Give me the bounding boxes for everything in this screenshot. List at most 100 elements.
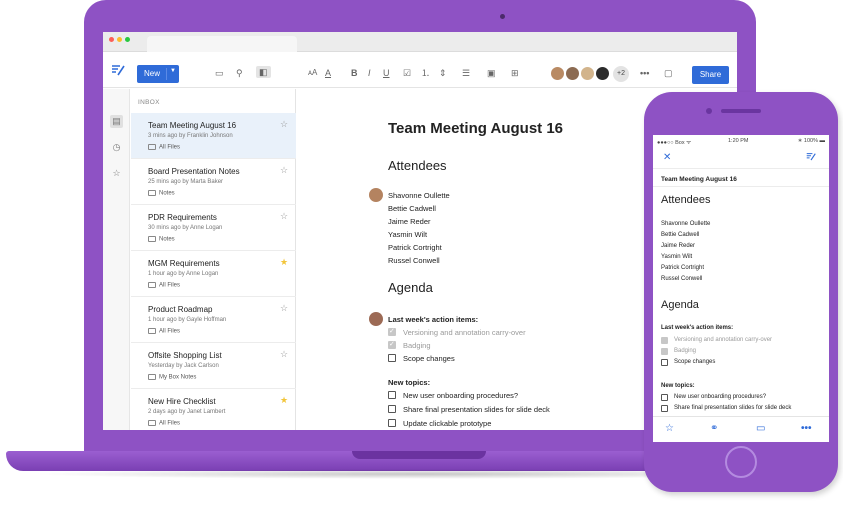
checkbox[interactable] xyxy=(661,394,668,401)
box-notes-logo-icon[interactable] xyxy=(111,64,125,76)
comment-icon[interactable]: ▭ xyxy=(756,423,765,434)
phone-home-button[interactable] xyxy=(725,446,757,478)
checklist-item-text[interactable]: Badging xyxy=(403,341,431,350)
more-collaborators-badge[interactable]: +2 xyxy=(613,66,629,82)
attendee-name[interactable]: Patrick Cortright xyxy=(388,243,442,252)
sidebar-toggle-icon[interactable]: ◧ xyxy=(256,66,271,78)
favorites-star-icon[interactable]: ☆ xyxy=(110,167,123,180)
checklist-item-text[interactable]: Update clickable prototype xyxy=(403,419,491,428)
new-topics-label[interactable]: New topics: xyxy=(388,378,430,387)
folder-icon[interactable]: ▭ xyxy=(215,68,224,78)
attendee-name[interactable]: Jaime Reder xyxy=(388,217,431,226)
document-title[interactable]: Team Meeting August 16 xyxy=(388,120,563,137)
chevron-down-icon[interactable]: ▼ xyxy=(170,68,176,74)
bullet-list-icon[interactable]: ☰ xyxy=(462,68,470,78)
collaborator-avatar[interactable] xyxy=(550,66,565,81)
attendee-name[interactable]: Shavonne Oullette xyxy=(388,191,450,200)
list-item[interactable]: Product Roadmap 1 hour ago by Gayle Hoff… xyxy=(131,297,296,343)
notes-list-icon[interactable]: ▤ xyxy=(110,115,123,128)
checkbox-checked[interactable] xyxy=(661,348,668,355)
close-window-dot[interactable] xyxy=(109,37,114,42)
attendee-name[interactable]: Shavonne Oullette xyxy=(661,221,710,227)
star-icon[interactable]: ☆ xyxy=(280,119,288,130)
item-meta: 1 hour ago by Anne Logan xyxy=(148,271,219,277)
attendee-name[interactable]: Yasmin Wilt xyxy=(661,254,692,260)
italic-icon[interactable]: I xyxy=(368,68,371,78)
checklist-item-text[interactable]: Share final presentation slides for slid… xyxy=(403,405,550,414)
list-item[interactable]: New Hire Checklist 2 days ago by Janet L… xyxy=(131,389,296,430)
checklist-item-text[interactable]: Scope changes xyxy=(403,354,455,363)
checkbox[interactable] xyxy=(388,405,396,413)
star-icon[interactable]: ☆ xyxy=(665,423,674,434)
attendee-name[interactable]: Jaime Reder xyxy=(661,243,695,249)
underline-icon[interactable]: U xyxy=(383,68,390,78)
image-icon[interactable]: ▣ xyxy=(487,68,496,78)
search-icon[interactable]: ⚲ xyxy=(236,68,243,78)
share-button[interactable]: Share xyxy=(692,66,729,84)
item-meta: 30 mins ago by Anne Logan xyxy=(148,225,223,231)
checklist-item-text[interactable]: New user onboarding procedures? xyxy=(674,394,766,400)
maximize-window-dot[interactable] xyxy=(125,37,130,42)
star-icon[interactable]: ☆ xyxy=(280,211,288,222)
comment-icon[interactable]: ▢ xyxy=(664,68,673,78)
checkbox-checked[interactable] xyxy=(388,327,396,336)
checklist-item-text[interactable]: Versioning and annotation carry-over xyxy=(674,337,772,343)
link-icon[interactable]: ⚭ xyxy=(710,423,718,434)
checkbox-checked[interactable] xyxy=(661,337,668,344)
attendee-name[interactable]: Bettie Cadwell xyxy=(661,232,699,238)
more-icon[interactable]: ••• xyxy=(801,423,812,434)
numbered-list-icon[interactable]: ⒈ xyxy=(421,68,430,78)
new-button[interactable]: New ▼ xyxy=(137,65,179,83)
text-color-icon[interactable]: A xyxy=(325,68,331,78)
last-week-label[interactable]: Last week's action items: xyxy=(661,325,733,331)
font-size-icon[interactable]: ᴀA xyxy=(308,68,317,78)
checklist-item-text[interactable]: Share final presentation slides for slid… xyxy=(674,405,791,411)
checklist-item-text[interactable]: New user onboarding procedures? xyxy=(403,391,518,400)
checkbox[interactable] xyxy=(661,405,668,412)
checkbox[interactable] xyxy=(388,391,396,399)
new-topics-label[interactable]: New topics: xyxy=(661,383,695,389)
attendee-name[interactable]: Russel Conwell xyxy=(388,256,440,265)
phone-attendees-heading[interactable]: Attendees xyxy=(661,194,711,206)
star-filled-icon[interactable]: ★ xyxy=(280,395,288,406)
edit-icon[interactable] xyxy=(806,152,816,161)
agenda-heading[interactable]: Agenda xyxy=(388,280,433,295)
star-icon[interactable]: ☆ xyxy=(280,303,288,314)
list-item[interactable]: PDR Requirements 30 mins ago by Anne Log… xyxy=(131,205,296,251)
checkbox[interactable] xyxy=(388,354,396,362)
recent-clock-icon[interactable]: ◷ xyxy=(110,141,123,154)
checklist-icon[interactable]: ☑ xyxy=(403,68,411,78)
item-meta: 25 mins ago by Marta Baker xyxy=(148,179,224,185)
checkbox[interactable] xyxy=(661,359,668,366)
browser-tab[interactable] xyxy=(147,36,297,52)
checkbox[interactable] xyxy=(388,419,396,427)
minimize-window-dot[interactable] xyxy=(117,37,122,42)
collaborator-avatar[interactable] xyxy=(595,66,610,81)
checklist-item-text[interactable]: Badging xyxy=(674,348,696,354)
more-icon[interactable]: ••• xyxy=(640,68,649,78)
attendee-name[interactable]: Patrick Cortright xyxy=(661,265,704,271)
star-icon[interactable]: ☆ xyxy=(280,349,288,360)
attendee-name[interactable]: Bettie Cadwell xyxy=(388,204,436,213)
last-week-label[interactable]: Last week's action items: xyxy=(388,315,478,324)
list-item[interactable]: MGM Requirements 1 hour ago by Anne Loga… xyxy=(131,251,296,297)
star-icon[interactable]: ☆ xyxy=(280,165,288,176)
attendee-name[interactable]: Russel Conwell xyxy=(661,276,702,282)
bold-icon[interactable]: B xyxy=(351,68,358,78)
table-icon[interactable]: ⊞ xyxy=(511,68,519,78)
line-spacing-icon[interactable]: ⇕ xyxy=(439,68,447,78)
checkbox-checked[interactable] xyxy=(388,340,396,349)
attendees-heading[interactable]: Attendees xyxy=(388,158,447,173)
list-item[interactable]: Team Meeting August 16 3 mins ago by Fra… xyxy=(131,113,296,159)
attendee-name[interactable]: Yasmin Wilt xyxy=(388,230,427,239)
phone-agenda-heading[interactable]: Agenda xyxy=(661,299,699,311)
list-item[interactable]: Offsite Shopping List Yesterday by Jack … xyxy=(131,343,296,389)
checklist-item-text[interactable]: Scope changes xyxy=(674,359,715,365)
collaborator-avatar[interactable] xyxy=(580,66,595,81)
close-icon[interactable]: ✕ xyxy=(663,152,671,163)
checklist-item-text[interactable]: Versioning and annotation carry-over xyxy=(403,328,526,337)
collaborator-avatar[interactable] xyxy=(565,66,580,81)
list-item[interactable]: Board Presentation Notes 25 mins ago by … xyxy=(131,159,296,205)
star-filled-icon[interactable]: ★ xyxy=(280,257,288,268)
collaborator-cursor-avatar xyxy=(369,312,383,326)
